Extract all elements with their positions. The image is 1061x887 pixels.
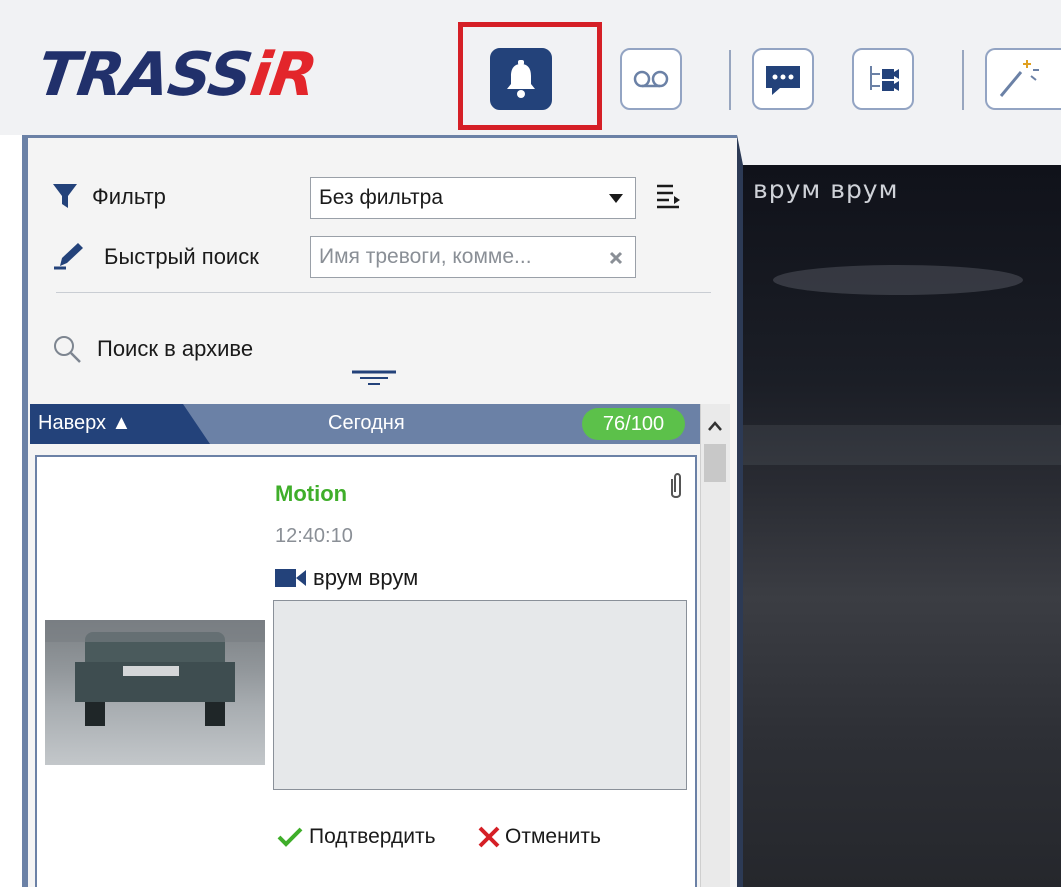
event-snapshot[interactable] (45, 620, 265, 765)
toolbar-separator (729, 50, 731, 110)
magic-wand-icon (999, 60, 1039, 97)
wizard-button[interactable] (985, 48, 1061, 110)
pen-icon (54, 243, 83, 270)
event-comment-area[interactable] (273, 600, 687, 790)
collapse-handle-icon[interactable] (352, 368, 396, 388)
date-label: Сегодня (328, 412, 405, 434)
search-icon (54, 336, 81, 363)
device-tree-icon (870, 66, 899, 91)
devices-button[interactable] (852, 48, 914, 110)
scrollbar-thumb[interactable] (704, 444, 726, 482)
divider (56, 292, 711, 293)
event-list-scrollbar[interactable] (700, 404, 730, 887)
top-toolbar: TRASSiR (0, 0, 1061, 135)
voicemail-icon (633, 70, 669, 88)
video-view[interactable]: врум врум (737, 135, 1061, 887)
filter-select[interactable]: Без фильтра (310, 177, 636, 219)
quick-search-placeholder: Имя тревоги, комме... (319, 245, 532, 268)
toolbar-separator (962, 50, 964, 110)
event-list-header: Наверх ▲ Сегодня 76/100 (30, 404, 700, 444)
filter-icon (53, 184, 77, 208)
quick-search-input[interactable]: Имя тревоги, комме... (310, 236, 636, 278)
event-camera-name: врум врум (313, 565, 419, 590)
archive-search-link[interactable]: Поиск в архиве (97, 336, 253, 362)
cross-icon (478, 826, 500, 848)
quick-search-label: Быстрый поиск (104, 244, 259, 269)
filter-select-value: Без фильтра (319, 186, 444, 209)
voicemail-button[interactable] (620, 48, 682, 110)
chat-button[interactable] (752, 48, 814, 110)
chevron-up-icon[interactable] (701, 412, 729, 440)
event-card[interactable]: Motion 12:40:10 врум врум Подтвердить От… (35, 455, 697, 887)
chat-icon (766, 66, 800, 95)
go-top-label: Наверх ▲ (38, 412, 132, 434)
event-time: 12:40:10 (275, 525, 353, 547)
alarms-button-highlight (458, 22, 602, 130)
checkmark-icon (277, 827, 303, 847)
filter-label: Фильтр (92, 184, 166, 209)
event-type: Motion (275, 481, 348, 506)
clear-icon[interactable] (609, 251, 623, 265)
attachment-icon[interactable] (667, 473, 685, 501)
camera-icon (275, 569, 306, 587)
trassir-logo: TRASSiR (33, 40, 321, 110)
event-count-badge: 76/100 (582, 408, 685, 440)
video-camera-label: врум врум (753, 175, 899, 204)
sort-list-icon[interactable] (655, 182, 681, 210)
chevron-down-icon (609, 194, 623, 203)
cancel-label: Отменить (505, 825, 601, 848)
confirm-label: Подтвердить (309, 825, 436, 848)
